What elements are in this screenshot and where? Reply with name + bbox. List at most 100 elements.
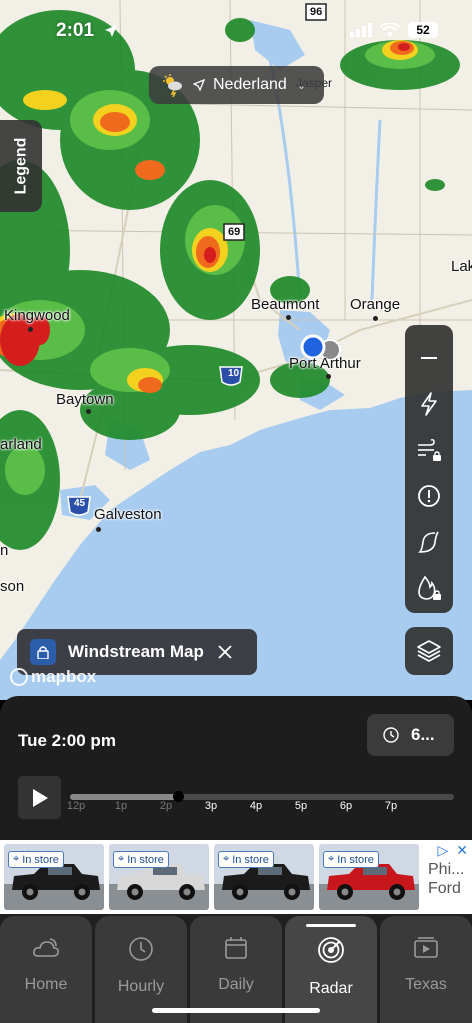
location-name: Nederland <box>213 76 287 93</box>
tab-home[interactable]: Home <box>0 916 92 1023</box>
ad-truck-image[interactable]: ⌖ In store <box>319 844 419 910</box>
chevron-down-icon: ⌄ <box>296 79 307 92</box>
timeline-scrubber-handle[interactable] <box>172 791 184 802</box>
legend-label: Legend <box>12 137 30 195</box>
city-label-baytown: Baytown <box>56 391 114 408</box>
close-icon[interactable] <box>218 639 232 665</box>
tab-texas[interactable]: Texas <box>380 916 472 1023</box>
timeline-tick-label: 5p <box>294 800 308 812</box>
cellular-signal-icon <box>350 23 372 37</box>
advertisement-banner[interactable]: ⌖ In store ⌖ In store ⌖ In store ⌖ In store ▷ ✕… <box>0 840 472 914</box>
sun-cloud-storm-icon <box>163 74 182 97</box>
radar-timeline-panel: Tue 2:00 pm 6... 12p 1p 2p 3p 4p 5p 6p 7p <box>0 696 472 840</box>
i10-shield-label: 10 <box>228 368 240 379</box>
tab-home-label: Home <box>24 976 68 993</box>
city-label-lake: Lak <box>451 258 472 275</box>
minus-icon <box>421 357 437 359</box>
timeline-tick-label: 2p <box>159 800 173 812</box>
collapse-toolbar-button[interactable] <box>405 335 453 381</box>
ad-controls: ▷ ✕ <box>437 842 468 859</box>
city-label-beaumont: Beaumont <box>251 296 320 313</box>
alert-circle-icon <box>418 485 440 507</box>
timeline-tick-label: 3p <box>204 800 218 812</box>
city-dot <box>28 327 33 332</box>
lock-icon <box>30 639 56 665</box>
city-label-n: n <box>0 542 9 559</box>
ad-choices-icon[interactable]: ▷ <box>437 842 448 859</box>
status-bar: 2:01 52 <box>0 0 472 60</box>
map-pin-icon: ⌖ <box>328 853 335 865</box>
timeline-tick-label: 1p <box>114 800 128 812</box>
hurricane-layer-button[interactable] <box>405 519 453 565</box>
ad-truck-image[interactable]: ⌖ In store <box>214 844 314 910</box>
tab-daily-label: Daily <box>218 976 254 993</box>
in-store-badge-label: In store <box>127 853 164 866</box>
map-pin-icon: ⌖ <box>118 853 125 865</box>
city-dot <box>86 409 91 414</box>
map-layers-button[interactable] <box>405 627 453 675</box>
in-store-badge: ⌖ In store <box>218 851 274 868</box>
mapbox-attribution: mapbox <box>10 667 96 687</box>
fire-layer-button[interactable] <box>405 565 453 611</box>
play-button[interactable] <box>18 776 61 819</box>
wifi-icon <box>380 22 400 37</box>
city-dot <box>286 315 291 320</box>
location-arrow-icon <box>105 25 117 37</box>
wind-layer-button[interactable] <box>405 427 453 473</box>
fire-icon <box>418 575 441 600</box>
in-store-badge: ⌖ In store <box>113 851 169 868</box>
city-dot <box>96 527 101 532</box>
home-indicator <box>152 1008 320 1013</box>
time-range-button[interactable]: 6... <box>367 714 454 756</box>
city-label-kingwood: Kingwood <box>4 307 70 324</box>
tab-radar-label: Radar <box>309 980 353 997</box>
clock-icon <box>129 937 153 961</box>
city-dot <box>326 374 331 379</box>
location-arrow-icon <box>193 79 205 91</box>
city-dot <box>373 316 378 321</box>
ad-text-line1: Phi... <box>428 861 465 878</box>
cloud-sun-icon <box>33 938 59 957</box>
radar-icon <box>318 937 344 963</box>
ad-truck-image[interactable]: ⌖ In store <box>109 844 209 910</box>
city-label-son: son <box>0 578 25 595</box>
tab-hourly[interactable]: Hourly <box>95 916 187 1023</box>
city-label-arland: arland <box>0 436 42 453</box>
in-store-badge-label: In store <box>232 853 269 866</box>
tab-hourly-label: Hourly <box>117 978 165 995</box>
ad-text-line2: Ford <box>428 880 461 897</box>
in-store-badge-label: In store <box>22 853 59 866</box>
timeline-tick-label: 7p <box>384 800 398 812</box>
close-icon[interactable]: ✕ <box>456 842 468 859</box>
mapbox-attribution-text: mapbox <box>31 667 97 686</box>
hurricane-icon <box>418 531 439 553</box>
us69-shield-label: 69 <box>228 226 241 238</box>
tab-radar[interactable]: Radar <box>285 916 377 1023</box>
location-selector[interactable]: Nederland ⌄ <box>149 66 324 104</box>
windstream-map-title: Windstream Map <box>68 642 204 661</box>
in-store-badge: ⌖ In store <box>8 851 64 868</box>
city-label-port-arthur: Port Arthur <box>289 355 361 372</box>
ad-truck-image[interactable]: ⌖ In store <box>4 844 104 910</box>
ad-text: Phi... Ford <box>428 860 464 898</box>
video-icon <box>414 937 438 958</box>
mapbox-logo-icon <box>10 668 28 686</box>
timeline-tick-label: 12p <box>66 800 86 812</box>
time-range-label: 6... <box>411 725 435 744</box>
in-store-badge-label: In store <box>337 853 374 866</box>
tab-daily[interactable]: Daily <box>190 916 282 1023</box>
map-pin-icon: ⌖ <box>13 853 20 865</box>
tab-texas-label: Texas <box>405 976 447 993</box>
timeline-datetime: Tue 2:00 pm <box>18 731 116 750</box>
map-pin-icon: ⌖ <box>223 853 230 865</box>
map-layer-toolbar <box>405 325 453 613</box>
bottom-navigation: Home Hourly Daily Radar Texas <box>0 914 472 1023</box>
alerts-layer-button[interactable] <box>405 473 453 519</box>
status-icons: 52 <box>350 22 438 38</box>
timeline-tick-label: 4p <box>249 800 263 812</box>
legend-button[interactable]: Legend <box>0 120 42 212</box>
city-label-galveston: Galveston <box>94 506 162 523</box>
status-time: 2:01 <box>56 20 95 41</box>
radar-map[interactable]: 10 45 69 96 Kingwood Baytown Galveston B… <box>0 0 472 700</box>
lightning-layer-button[interactable] <box>405 381 453 427</box>
